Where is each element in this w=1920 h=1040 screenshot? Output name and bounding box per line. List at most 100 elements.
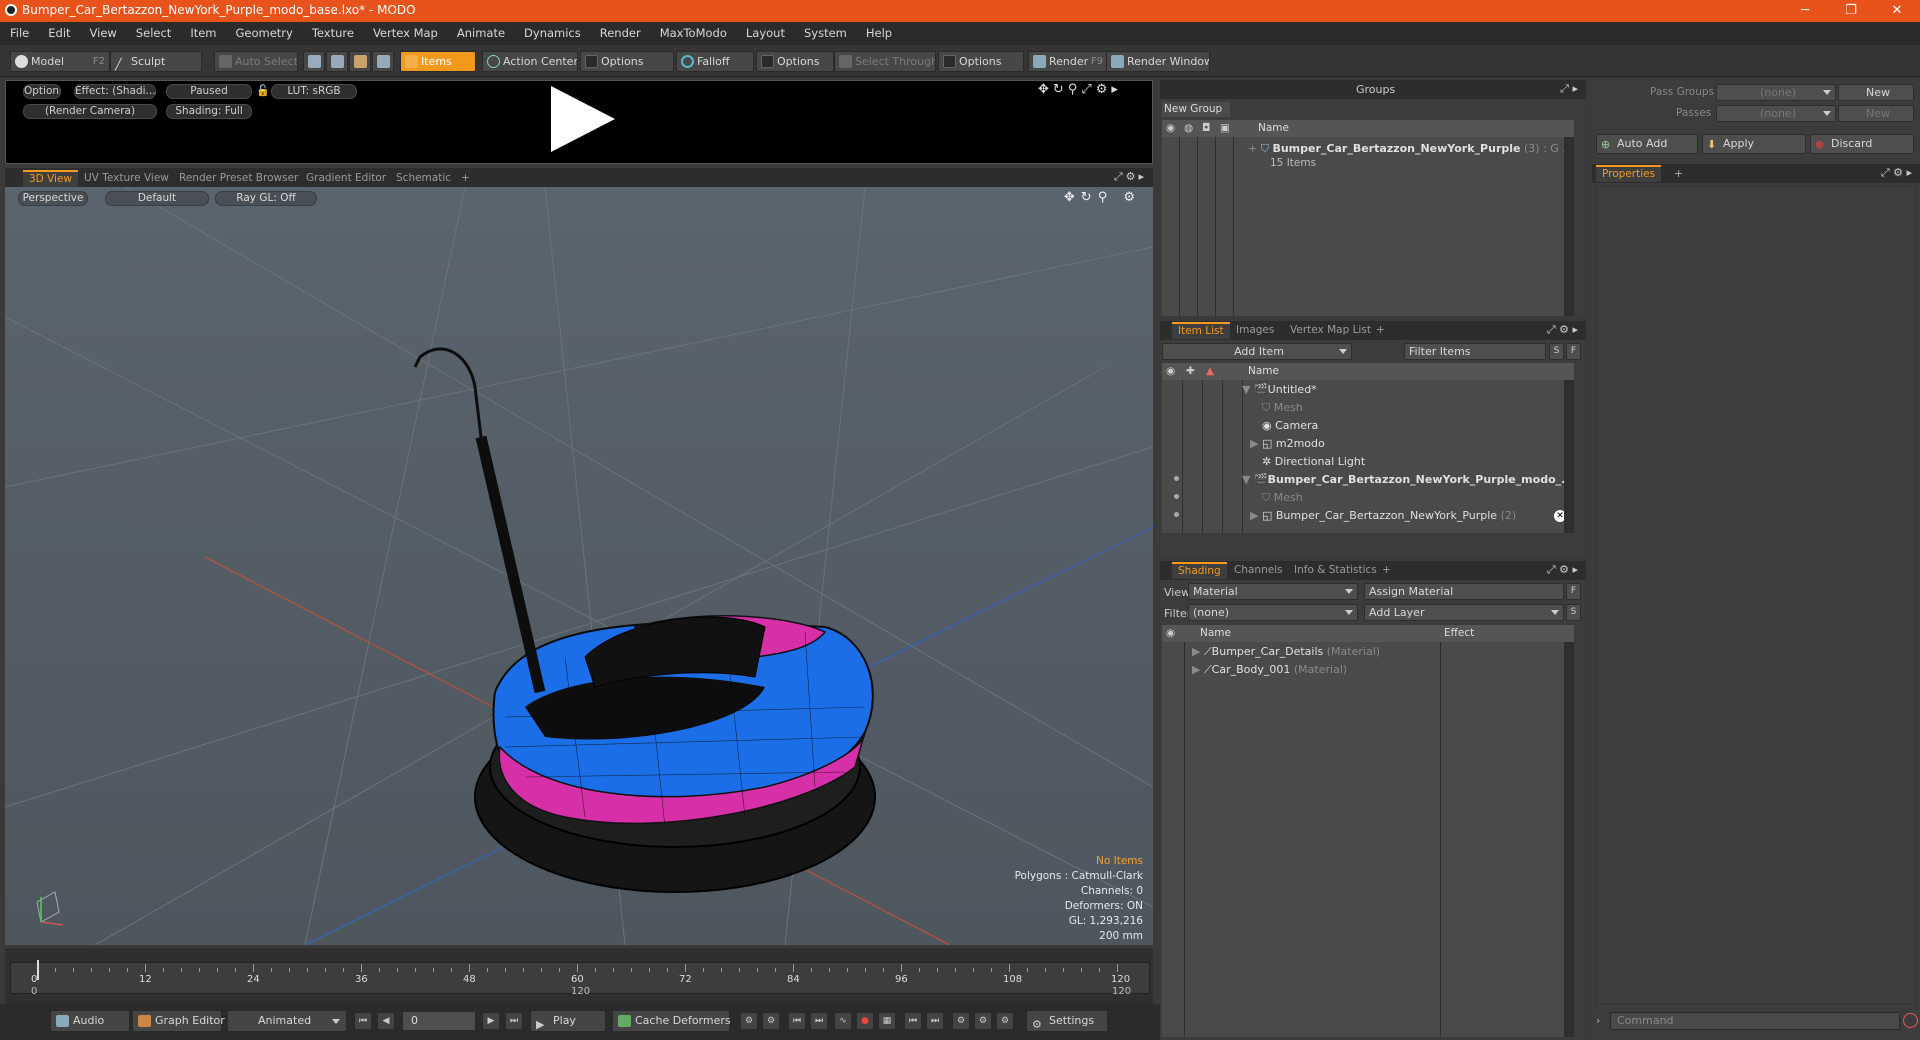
- model-mode-button[interactable]: Model F2: [10, 51, 110, 72]
- tab-vertex-map-list[interactable]: Vertex Map List: [1284, 322, 1377, 339]
- command-stop-icon[interactable]: [1903, 1013, 1918, 1028]
- tree-row[interactable]: ▶ ◱ Bumper_Car_Bertazzon_NewYork_Purple …: [1250, 507, 1560, 525]
- passes-dropdown[interactable]: (none): [1716, 105, 1836, 122]
- close-button[interactable]: ✕: [1874, 0, 1920, 22]
- items-mode-button[interactable]: Items: [400, 51, 476, 72]
- menu-file[interactable]: File: [0, 22, 38, 40]
- menu-maxtomodo[interactable]: MaxToModo: [650, 22, 736, 40]
- menu-vertex-map[interactable]: Vertex Map: [363, 22, 447, 40]
- render-camera-dropdown[interactable]: (Render Camera): [23, 104, 157, 119]
- key-tool-6-button[interactable]: ▦: [878, 1012, 896, 1030]
- menu-help[interactable]: Help: [856, 22, 901, 40]
- menu-animate[interactable]: Animate: [447, 22, 514, 40]
- maximize-button[interactable]: ❐: [1828, 0, 1874, 22]
- key-tool-3-button[interactable]: ⏮: [788, 1012, 806, 1030]
- vertices-mode-button[interactable]: [303, 51, 325, 72]
- add-tab-button[interactable]: +: [1370, 322, 1391, 339]
- timeline[interactable]: 0 12 24 36 48 60 72 84 96 108 120 0 120 120: [5, 948, 1153, 1004]
- tab-schematic[interactable]: Schematic: [390, 170, 457, 187]
- tab-images[interactable]: Images: [1230, 322, 1280, 339]
- visibility-eye-icon[interactable]: [1174, 494, 1179, 499]
- item-list-expand-icon[interactable]: ⤢ ⚙ ▸: [1547, 323, 1578, 337]
- key-tool-9-button[interactable]: ⚙: [952, 1012, 970, 1030]
- filter-items-input[interactable]: Filter Items: [1404, 343, 1546, 360]
- record-button[interactable]: ●: [856, 1012, 874, 1030]
- groups-expand-icon[interactable]: ⤢ ▸: [1560, 82, 1578, 96]
- properties-expand-icon[interactable]: ⤢ ⚙ ▸: [1881, 166, 1912, 180]
- viewport-nav-icons[interactable]: ✥↻⚲ ⚙: [1064, 190, 1141, 205]
- menu-geometry[interactable]: Geometry: [226, 22, 302, 40]
- key-tool-4-button[interactable]: ⏭: [810, 1012, 828, 1030]
- tree-row[interactable]: ▼ 🎬Untitled*: [1242, 381, 1562, 399]
- menu-dynamics[interactable]: Dynamics: [514, 22, 590, 40]
- pass-groups-dropdown[interactable]: (none): [1716, 84, 1836, 101]
- tree-row[interactable]: ⛉ Mesh: [1262, 399, 1562, 417]
- polygons-mode-button[interactable]: [349, 51, 371, 72]
- shading-s-button[interactable]: S: [1566, 604, 1581, 621]
- render-button[interactable]: Render F9: [1028, 51, 1108, 72]
- menu-render[interactable]: Render: [590, 22, 650, 40]
- action-center-button[interactable]: Action Center: [482, 51, 578, 72]
- tree-row[interactable]: ✲ Directional Light: [1262, 453, 1562, 471]
- tab-gradient-editor[interactable]: Gradient Editor: [300, 170, 392, 187]
- apply-button[interactable]: ⬇ Apply: [1702, 134, 1806, 154]
- add-layer-dropdown[interactable]: Add Layer: [1364, 604, 1564, 621]
- play-preview-icon[interactable]: [551, 86, 615, 152]
- material-row[interactable]: ▶ ⟋Bumper_Car_Details (Material): [1192, 643, 1440, 661]
- add-tab-button[interactable]: +: [1674, 167, 1683, 180]
- tab-3d-view[interactable]: 3D View: [23, 170, 79, 187]
- viewport-tab-icons[interactable]: ⤢⚙▸: [1114, 170, 1147, 184]
- materials-mode-button[interactable]: [372, 51, 394, 72]
- new-group-button[interactable]: New Group: [1162, 102, 1230, 117]
- menu-texture[interactable]: Texture: [302, 22, 363, 40]
- groups-list[interactable]: ◉ ◍ ◘ ▣ Name + ⛉ Bumper_Car_Bertazzon_Ne…: [1162, 120, 1574, 316]
- graph-editor-button[interactable]: Graph Editor: [132, 1010, 225, 1032]
- new-pass-button[interactable]: New: [1838, 105, 1914, 122]
- go-to-start-button[interactable]: ⏮: [354, 1012, 372, 1030]
- view-dropdown[interactable]: Material: [1188, 583, 1358, 600]
- menu-select[interactable]: Select: [126, 22, 180, 40]
- command-input[interactable]: Command: [1610, 1012, 1900, 1030]
- material-row[interactable]: ▶ ⟋Car_Body_001 (Material): [1192, 661, 1440, 679]
- tab-uv-texture-view[interactable]: UV Texture View: [78, 170, 175, 187]
- groups-scrollbar[interactable]: [1564, 137, 1574, 316]
- key-tool-1-button[interactable]: ⚙: [740, 1012, 758, 1030]
- item-list-tree[interactable]: ◉ ✚ ▲ Name ▼ 🎬Untitled* ⛉ Mesh ◉ Camera …: [1162, 363, 1574, 533]
- edges-mode-button[interactable]: [326, 51, 348, 72]
- tab-properties[interactable]: Properties: [1596, 165, 1662, 182]
- menu-layout[interactable]: Layout: [736, 22, 794, 40]
- menu-edit[interactable]: Edit: [38, 22, 79, 40]
- animated-dropdown[interactable]: Animated: [227, 1010, 347, 1032]
- add-tab-button[interactable]: +: [455, 170, 476, 187]
- preview-nav-icons[interactable]: ✥↻⚲⤢⚙▸: [1038, 82, 1122, 97]
- timeline-cursor[interactable]: [37, 960, 39, 980]
- tree-row[interactable]: ▼ 🎬Bumper_Car_Bertazzon_NewYork_Purple_m…: [1242, 471, 1574, 489]
- new-pass-group-button[interactable]: New: [1838, 84, 1914, 101]
- tree-row[interactable]: ▶ ◱ m2modo: [1250, 435, 1550, 453]
- add-tab-button[interactable]: +: [1376, 562, 1397, 579]
- settings-button[interactable]: ⚙ Settings: [1026, 1010, 1108, 1032]
- select-through-button[interactable]: Select Through: [834, 51, 936, 72]
- key-tool-7-button[interactable]: ⏮: [904, 1012, 922, 1030]
- 3d-viewport[interactable]: Perspective Default Ray GL: Off ✥↻⚲ ⚙ No…: [5, 187, 1153, 945]
- preview-options-button[interactable]: Options: [23, 84, 61, 99]
- assign-material-button[interactable]: Assign Material: [1364, 583, 1564, 600]
- audio-button[interactable]: Audio: [50, 1010, 130, 1032]
- default-style-dropdown[interactable]: Default: [105, 191, 209, 206]
- menu-system[interactable]: System: [794, 22, 856, 40]
- menu-item[interactable]: Item: [180, 22, 225, 40]
- current-frame-input[interactable]: 0: [402, 1011, 476, 1031]
- tab-item-list[interactable]: Item List: [1172, 322, 1230, 339]
- shading-dropdown[interactable]: Shading: Full: [166, 104, 252, 119]
- shading-f-button[interactable]: F: [1566, 583, 1581, 600]
- go-to-end-button[interactable]: ⏭: [505, 1012, 523, 1030]
- key-tool-11-button[interactable]: ⚙: [996, 1012, 1014, 1030]
- auto-add-button[interactable]: ⊕ Auto Add: [1596, 134, 1698, 154]
- next-frame-button[interactable]: ▶: [482, 1012, 500, 1030]
- discard-button[interactable]: ⊗ Discard: [1810, 134, 1914, 154]
- key-tool-10-button[interactable]: ⚙: [974, 1012, 992, 1030]
- shader-tree-scrollbar[interactable]: [1564, 642, 1574, 1037]
- filter-s-button[interactable]: S: [1549, 343, 1564, 360]
- falloff-options-button[interactable]: Options: [756, 51, 834, 72]
- shading-expand-icon[interactable]: ⤢ ⚙ ▸: [1547, 563, 1578, 577]
